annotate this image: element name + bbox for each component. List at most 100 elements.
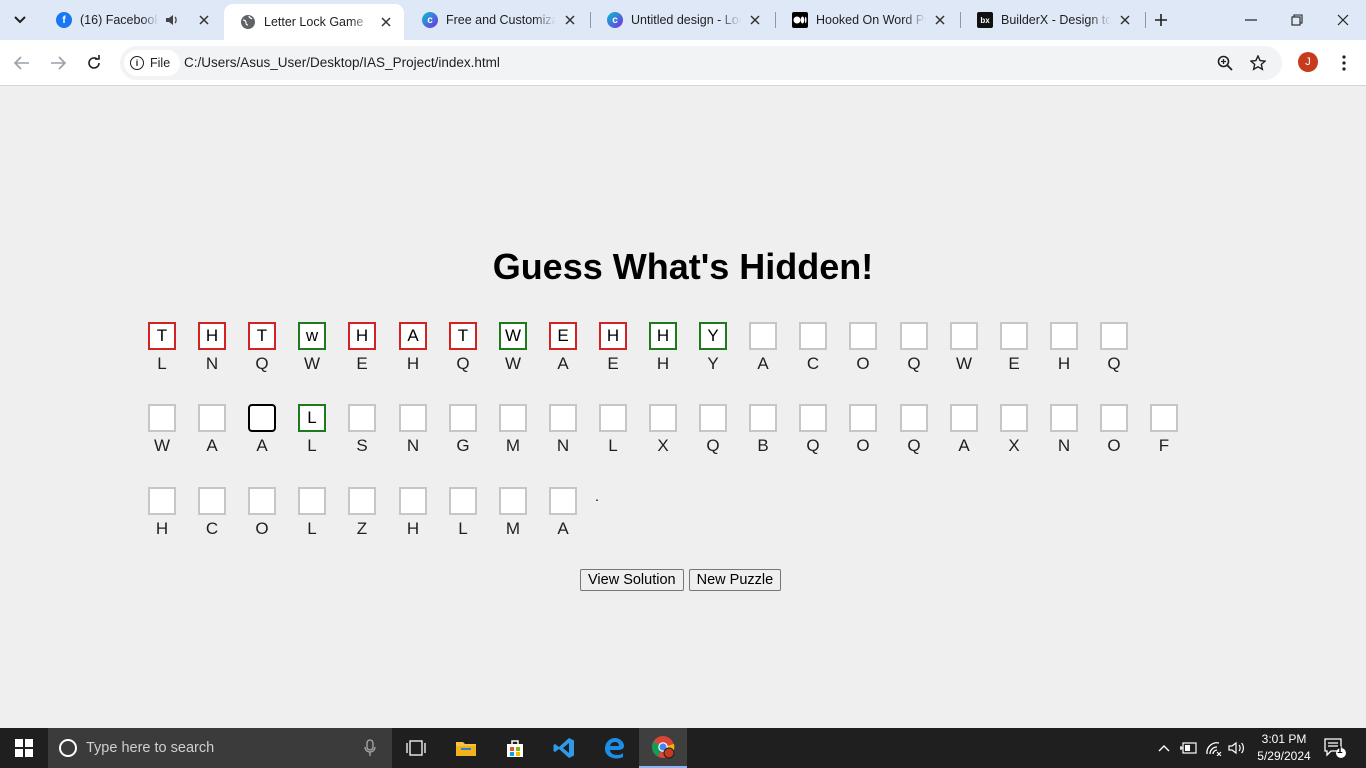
letter-input[interactable]	[549, 404, 577, 432]
new-puzzle-button[interactable]: New Puzzle	[688, 569, 782, 591]
close-icon[interactable]	[378, 14, 394, 30]
letter-input[interactable]	[950, 322, 978, 350]
profile-avatar[interactable]: J	[1298, 52, 1318, 72]
reload-button[interactable]	[82, 51, 106, 75]
letter-input[interactable]	[198, 487, 226, 515]
letter-cell: Q	[900, 404, 928, 458]
letter-input[interactable]	[1100, 404, 1128, 432]
url-text[interactable]: C:/Users/Asus_User/Desktop/IAS_Project/i…	[184, 55, 500, 70]
store-button[interactable]	[491, 728, 539, 768]
letter-input[interactable]	[599, 404, 627, 432]
letter-input[interactable]	[348, 404, 376, 432]
restore-button[interactable]	[1274, 0, 1320, 40]
taskbar-clock[interactable]: 3:01 PM 5/29/2024	[1250, 731, 1318, 765]
close-window-button[interactable]	[1320, 0, 1366, 40]
tab-search-button[interactable]	[8, 8, 32, 32]
letter-input[interactable]	[849, 404, 877, 432]
tab-canva-templates[interactable]: c Free and Customizable	[406, 4, 588, 36]
tab-builderx[interactable]: bx BuilderX - Design tool	[961, 4, 1143, 36]
bookmark-star-icon[interactable]	[1248, 53, 1268, 73]
letter-input[interactable]	[749, 322, 777, 350]
tab-medium[interactable]: Hooked On Word Puzzles	[776, 4, 958, 36]
letter-input[interactable]	[1050, 404, 1078, 432]
close-icon[interactable]	[747, 12, 763, 28]
letter-input[interactable]	[449, 404, 477, 432]
new-tab-button[interactable]	[1150, 9, 1172, 31]
letter-input[interactable]: E	[549, 322, 577, 350]
letter-input[interactable]	[499, 404, 527, 432]
letter-input[interactable]	[298, 487, 326, 515]
site-info-chip[interactable]: i File	[124, 50, 181, 76]
letter-hint: O	[1107, 436, 1121, 455]
close-icon[interactable]	[562, 12, 578, 28]
close-icon[interactable]	[1117, 12, 1133, 28]
letter-input[interactable]	[799, 404, 827, 432]
letter-input[interactable]: A	[399, 322, 427, 350]
letter-input[interactable]: H	[649, 322, 677, 350]
close-icon[interactable]	[932, 12, 948, 28]
tab-letter-lock-game[interactable]: Letter Lock Game	[224, 4, 404, 40]
letter-input[interactable]: H	[198, 322, 226, 350]
letter-input[interactable]	[1100, 322, 1128, 350]
letter-hint: N	[406, 436, 420, 455]
letter-input[interactable]	[348, 487, 376, 515]
letter-input[interactable]: Y	[699, 322, 727, 350]
letter-hint: E	[607, 354, 619, 373]
forward-button[interactable]	[46, 51, 70, 75]
letter-input[interactable]	[649, 404, 677, 432]
speaker-icon[interactable]	[164, 12, 180, 28]
action-center-button[interactable]: 1	[1322, 736, 1348, 760]
search-placeholder: Type here to search	[86, 740, 215, 756]
start-button[interactable]	[0, 728, 48, 768]
letter-input[interactable]	[399, 487, 427, 515]
wifi-icon[interactable]	[1204, 738, 1224, 758]
letter-input[interactable]	[449, 487, 477, 515]
letter-input[interactable]	[900, 404, 928, 432]
chrome-button[interactable]	[639, 728, 687, 768]
back-button[interactable]	[10, 51, 34, 75]
letter-input[interactable]: T	[148, 322, 176, 350]
letter-input[interactable]	[900, 322, 928, 350]
letter-input[interactable]	[1150, 404, 1178, 432]
close-icon[interactable]	[196, 12, 212, 28]
minimize-button[interactable]	[1228, 0, 1274, 40]
tab-facebook[interactable]: f (16) Facebook	[40, 4, 222, 36]
letter-input[interactable]	[950, 404, 978, 432]
vscode-button[interactable]	[540, 728, 588, 768]
taskbar-search[interactable]: Type here to search	[48, 728, 392, 768]
tab-canva-untitled[interactable]: c Untitled design - Logo	[591, 4, 773, 36]
address-bar[interactable]: i File C:/Users/Asus_User/Desktop/IAS_Pr…	[120, 46, 1282, 80]
letter-input[interactable]: T	[449, 322, 477, 350]
view-solution-button[interactable]: View Solution	[580, 569, 684, 591]
letter-input[interactable]	[248, 487, 276, 515]
letter-input[interactable]	[248, 404, 276, 432]
letter-input[interactable]	[148, 487, 176, 515]
letter-input[interactable]: H	[599, 322, 627, 350]
file-explorer-button[interactable]	[442, 728, 490, 768]
chevron-up-icon[interactable]	[1154, 738, 1174, 758]
letter-input[interactable]: W	[499, 322, 527, 350]
letter-input[interactable]	[1000, 322, 1028, 350]
browser-menu-button[interactable]	[1334, 51, 1354, 75]
letter-input[interactable]	[1000, 404, 1028, 432]
letter-input[interactable]: T	[248, 322, 276, 350]
zoom-icon[interactable]	[1215, 53, 1235, 73]
letter-input[interactable]	[799, 322, 827, 350]
task-view-button[interactable]	[392, 728, 440, 768]
letter-input[interactable]	[849, 322, 877, 350]
letter-input[interactable]	[148, 404, 176, 432]
letter-input[interactable]	[1050, 322, 1078, 350]
letter-input[interactable]: w	[298, 322, 326, 350]
letter-input[interactable]: L	[298, 404, 326, 432]
letter-input[interactable]	[749, 404, 777, 432]
letter-hint: Q	[255, 354, 269, 373]
letter-input[interactable]	[499, 487, 527, 515]
letter-input[interactable]	[198, 404, 226, 432]
letter-input[interactable]: H	[348, 322, 376, 350]
letter-input[interactable]	[699, 404, 727, 432]
battery-icon[interactable]	[1179, 738, 1199, 758]
edge-button[interactable]	[590, 728, 638, 768]
volume-icon[interactable]	[1227, 738, 1247, 758]
letter-input[interactable]	[399, 404, 427, 432]
letter-input[interactable]	[549, 487, 577, 515]
